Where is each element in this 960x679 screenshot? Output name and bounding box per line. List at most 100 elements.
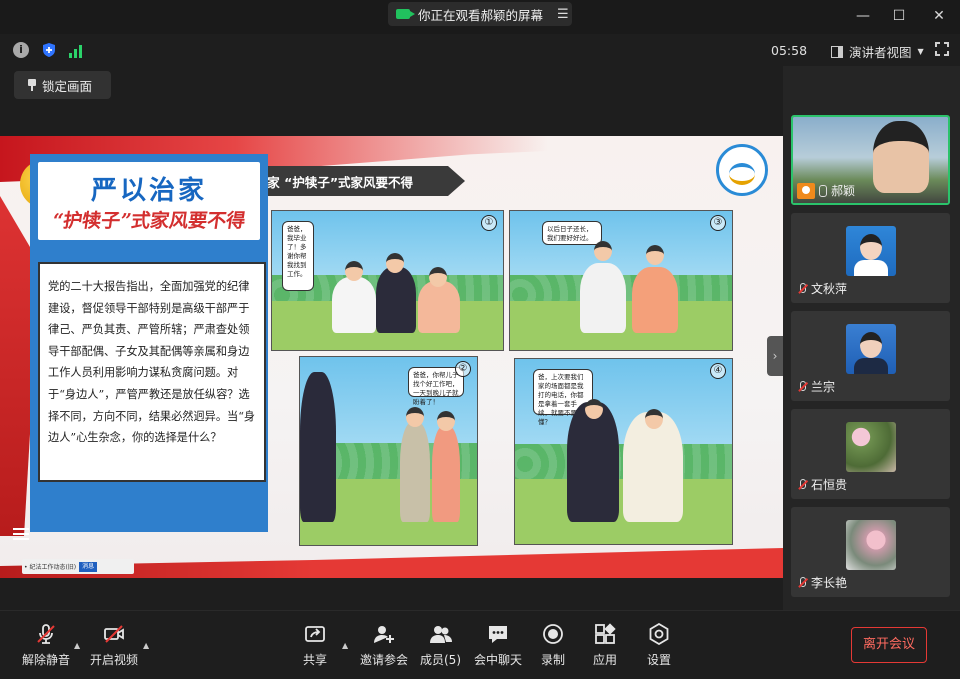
layout-icon — [831, 45, 843, 58]
panel-number: ② — [455, 361, 471, 377]
mic-muted-icon — [797, 576, 807, 589]
settings-button[interactable]: 设置 — [647, 623, 671, 668]
caret-up-icon[interactable]: ▲ — [342, 641, 348, 650]
title-bar: 你正在观看郝颖的屏幕 ☰ — ☐ ✕ — [0, 0, 960, 34]
presentation-menu-icon[interactable] — [13, 528, 29, 540]
slide-subtitle: “护犊子”式家风要不得 — [50, 210, 247, 232]
lock-view-button[interactable]: 锁定画面 — [14, 71, 111, 99]
invite-button[interactable]: 邀请参会 — [360, 623, 408, 668]
invite-label: 邀请参会 — [360, 653, 409, 667]
unmute-label: 解除静音 — [22, 653, 71, 667]
shared-slide: 纪法小课·管好身边人丨严以治家 “护犊子”式家风要不得 严以治家 “护犊子”式家… — [0, 136, 783, 578]
participant-tile[interactable]: 李长艳 — [791, 507, 950, 597]
caret-up-icon[interactable]: ▲ — [143, 641, 149, 650]
gear-icon — [649, 623, 669, 645]
lock-view-label: 锁定画面 — [42, 78, 93, 94]
avatar — [846, 324, 896, 374]
apps-icon — [595, 623, 616, 644]
fullscreen-icon[interactable] — [935, 42, 949, 56]
close-icon[interactable]: ✕ — [929, 6, 949, 26]
caret-up-icon[interactable]: ▲ — [74, 641, 80, 650]
participant-face — [873, 121, 929, 193]
speech-bubble: 爸爸，我毕业了！多谢你帮我找到工作。 — [282, 221, 314, 291]
screen-share-indicator[interactable]: 你正在观看郝颖的屏幕 ☰ — [388, 2, 572, 26]
chevron-down-icon: ▼ — [917, 47, 924, 56]
info-icon[interactable]: i — [13, 42, 29, 58]
taskbar-item: 消息 — [79, 561, 98, 572]
participant-tile[interactable]: 兰宗 — [791, 311, 950, 401]
signal-icon[interactable] — [69, 42, 85, 58]
participant-name: 李长艳 — [811, 576, 848, 590]
settings-label: 设置 — [647, 653, 672, 667]
participant-tile[interactable]: 郝颖 — [791, 115, 950, 205]
pin-icon — [28, 79, 36, 91]
mic-muted-icon — [797, 380, 807, 393]
members-label: 成员(5) — [420, 653, 461, 667]
comic-panel-2: 爸爸，你帮儿子找个好工作吧，一天到晚儿子就盼着了！ ② — [299, 356, 478, 546]
record-button[interactable]: 录制 — [541, 623, 565, 668]
avatar — [846, 422, 896, 472]
video-camera-icon — [396, 9, 415, 19]
speech-bubble: 以后日子还长，我们要好好过。 — [542, 221, 602, 245]
panel-number: ③ — [710, 215, 726, 231]
apps-button[interactable]: 应用 — [593, 623, 617, 668]
panel-number: ① — [481, 215, 497, 231]
slide-left-panel: 严以治家 “护犊子”式家风要不得 党的二十大报告指出，全面加强党的纪律建设，督促… — [30, 154, 268, 532]
collapse-sidebar-icon[interactable]: › — [767, 336, 783, 376]
share-icon — [305, 626, 325, 642]
shared-taskbar: • 纪法工作动态(旧) 消息 — [22, 559, 134, 574]
maximize-icon[interactable]: ☐ — [889, 6, 909, 26]
record-icon — [543, 624, 563, 644]
shared-screen-area: 纪法小课·管好身边人丨严以治家 “护犊子”式家风要不得 严以治家 “护犊子”式家… — [0, 66, 783, 610]
watching-label: 你正在观看郝颖的屏幕 — [418, 7, 544, 23]
participant-sidebar: 郝颖 文秋萍 兰宗 石恒贵 李长艳 — [783, 66, 960, 610]
start-video-label: 开启视频 — [90, 653, 139, 667]
chat-label: 会中聊天 — [474, 653, 523, 667]
participant-tile[interactable]: 石恒贵 — [791, 409, 950, 499]
apps-label: 应用 — [593, 653, 618, 667]
participant-tile[interactable]: 文秋萍 — [791, 213, 950, 303]
view-mode-dropdown[interactable]: 演讲者视图 ▼ — [831, 42, 924, 61]
organization-logo — [716, 144, 768, 196]
participant-name: 文秋萍 — [811, 282, 848, 296]
chat-icon — [489, 626, 507, 643]
participant-name: 兰宗 — [811, 380, 836, 394]
panel-number: ④ — [710, 363, 726, 379]
meeting-timer: 05:58 — [771, 43, 808, 58]
members-button[interactable]: 成员(5) — [420, 623, 461, 668]
comic-panel-3: 以后日子还长，我们要好好过。 ③ — [509, 210, 733, 351]
host-icon — [797, 182, 815, 199]
participant-name-bar: 文秋萍 — [797, 280, 847, 297]
start-video-button[interactable]: 开启视频 — [90, 623, 138, 668]
participant-name-bar: 兰宗 — [797, 378, 835, 395]
comic-panel-4: 爸，上次要我们家的场面都是我打的电话，你都是拿着一套手续，就要不要懂？ ④ — [514, 358, 733, 545]
chat-button[interactable]: 会中聊天 — [474, 623, 522, 668]
view-mode-label: 演讲者视图 — [849, 45, 912, 60]
mic-icon — [819, 184, 827, 197]
video-off-icon — [104, 625, 124, 643]
list-menu-icon[interactable]: ☰ — [557, 7, 569, 22]
leave-meeting-button[interactable]: 离开会议 — [851, 627, 927, 663]
participant-name-bar: 郝颖 — [797, 182, 855, 199]
mic-muted-icon — [797, 282, 807, 295]
share-label: 共享 — [303, 653, 328, 667]
title-card: 严以治家 “护犊子”式家风要不得 — [38, 162, 260, 240]
avatar — [846, 520, 896, 570]
slide-body-text: 党的二十大报告指出，全面加强党的纪律建设，督促领导干部特别是高级干部严于律己、严… — [38, 262, 266, 482]
participant-name-bar: 李长艳 — [797, 574, 847, 591]
mic-muted-icon — [37, 624, 55, 644]
unmute-button[interactable]: 解除静音 — [22, 623, 70, 668]
record-label: 录制 — [541, 653, 566, 667]
avatar — [846, 226, 896, 276]
members-icon — [429, 626, 452, 643]
participant-name: 石恒贵 — [811, 478, 848, 492]
share-button[interactable]: 共享 — [303, 623, 327, 668]
shield-icon[interactable] — [41, 42, 57, 58]
minimize-icon[interactable]: — — [853, 6, 873, 26]
meeting-controls: 解除静音 ▲ 开启视频 ▲ 共享 ▲ 邀请参会 成员(5) 会中聊天 录制 应用… — [0, 610, 960, 679]
add-user-icon — [374, 626, 394, 643]
mic-muted-icon — [797, 478, 807, 491]
participant-name-bar: 石恒贵 — [797, 476, 847, 493]
meeting-info-bar: i 05:58 演讲者视图 ▼ — [0, 34, 960, 66]
taskbar-item: • 纪法工作动态(旧) — [24, 564, 77, 571]
